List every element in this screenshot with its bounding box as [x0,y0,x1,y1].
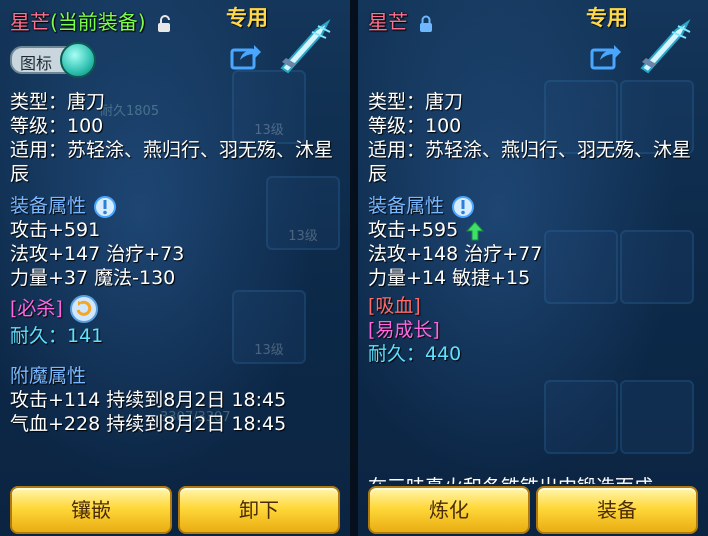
item-details: 类型：唐刀 等级：100 适用：苏轻涂、燕归行、羽无殇、沐星辰 装备属性 攻击+… [10,90,342,436]
item-name: 星芒(当前装备) [10,6,172,35]
description-cut: 在三味真火和冬铁铁出中锻造而成 [368,474,698,484]
enchant-line: 攻击+114 持续到8月2日 18:45 [10,389,287,411]
lock-icon[interactable] [418,15,434,33]
icon-toggle[interactable]: 图标 [10,42,96,78]
attr-line: 法攻+147 治疗+73 [10,243,185,265]
inventory-slot [544,380,618,454]
item-level: 等级：100 [368,115,462,137]
attr-line: 攻击+591 [10,219,101,241]
attr-line: 力量+37 魔法-130 [10,267,176,289]
inlay-button[interactable]: 镶嵌 [10,486,172,534]
unlock-icon[interactable] [156,14,172,33]
item-type: 类型：唐刀 [10,91,106,113]
info-icon[interactable] [452,195,475,218]
attr-line: 攻击+595 [368,218,700,242]
inventory-slot [620,380,694,454]
enchant-title: 附魔属性 [10,365,87,387]
special-skill: [必杀] [10,297,63,320]
action-buttons: 炼化 装备 [368,486,698,534]
info-icon[interactable] [94,195,117,218]
dedicated-label: 专用 [586,6,628,30]
special-growth: [易成长] [368,319,440,341]
weapon-icon [280,19,331,74]
share-icon[interactable] [230,42,262,70]
item-tooltip-compare: 星芒 专用 类型：唐刀 等级：100 适用：苏轻涂、燕归行、羽无殇、沐星辰 装备… [358,0,708,536]
dedicated-label: 专用 [226,6,268,30]
arrow-up-icon [466,220,485,240]
equip-attr-title: 装备属性 [10,194,342,218]
attr-line: 力量+14 敏捷+15 [368,267,531,289]
share-icon[interactable] [590,42,622,70]
equipped-tag: (当前装备) [50,10,146,34]
attr-line: 法攻+148 治疗+77 [368,243,543,265]
item-level: 等级：100 [10,115,104,137]
special-lifesteal: [吸血] [368,295,421,317]
durability: 耐久：440 [368,343,462,365]
equip-attr-title: 装备属性 [368,194,700,218]
item-details: 类型：唐刀 等级：100 适用：苏轻涂、燕归行、羽无殇、沐星辰 装备属性 攻击+… [368,90,700,366]
item-tooltip-current: 13级 13级 13级 耐久1805 3307/3307 星芒(当前装备) 专用… [0,0,352,536]
item-type: 类型：唐刀 [368,91,464,113]
panel-divider [350,0,358,536]
item-name: 星芒 [368,6,434,35]
refine-button[interactable]: 炼化 [368,486,530,534]
weapon-icon [640,19,691,74]
special-skill-row: [必杀] [10,294,342,324]
item-applicable: 适用：苏轻涂、燕归行、羽无殇、沐星辰 [368,139,692,185]
unequip-button[interactable]: 卸下 [178,486,340,534]
enchant-line: 气血+228 持续到8月2日 18:45 [10,413,287,435]
icon-toggle-knob [60,42,96,78]
equip-button[interactable]: 装备 [536,486,698,534]
item-applicable: 适用：苏轻涂、燕归行、羽无殇、沐星辰 [10,139,334,185]
durability: 耐久：141 [10,325,104,347]
action-buttons: 镶嵌 卸下 [10,486,340,534]
refresh-icon[interactable] [69,294,99,324]
